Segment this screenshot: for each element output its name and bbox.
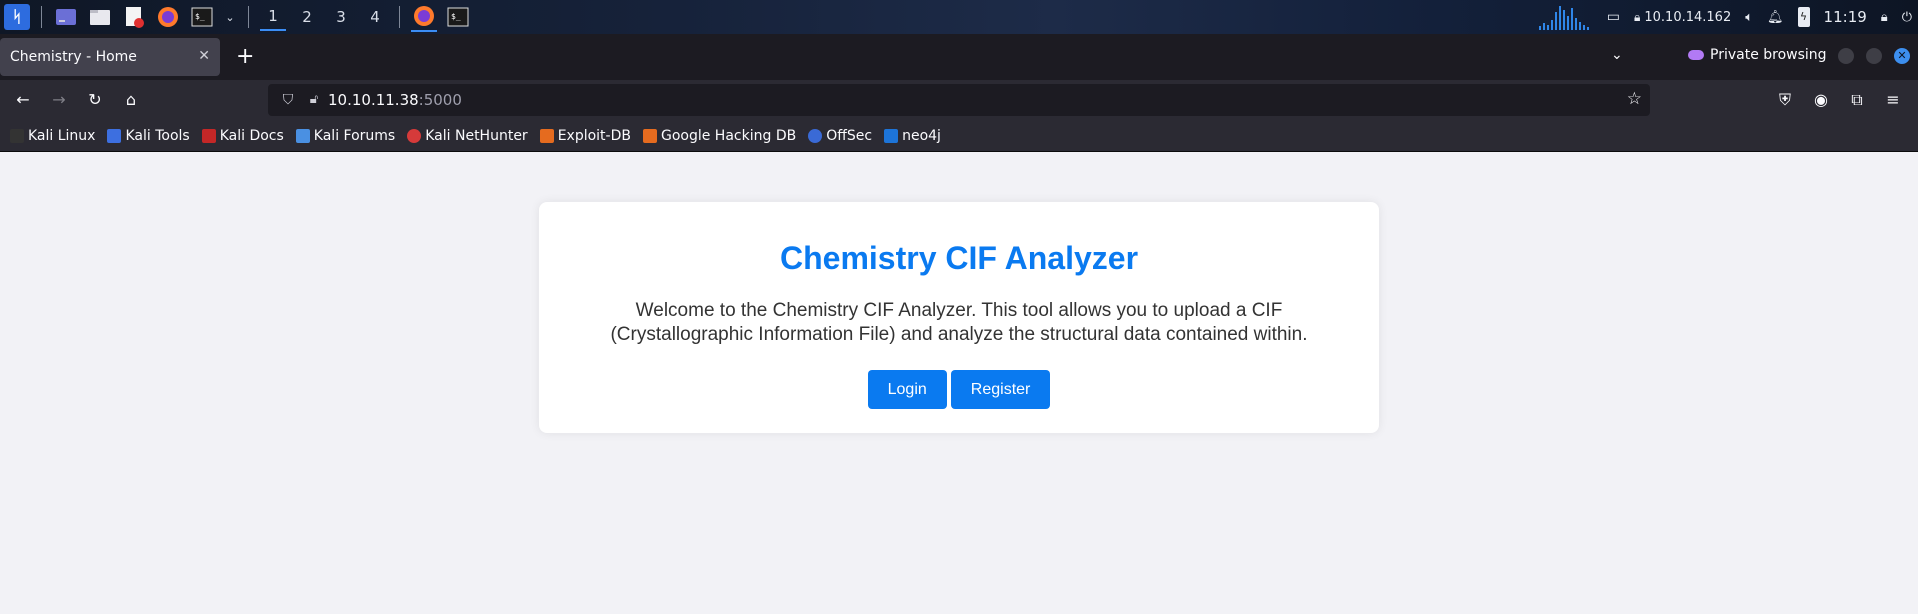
tab-chemistry-home[interactable]: Chemistry - Home ✕ <box>0 38 220 76</box>
intro-line-2: (Crystallographic Information File) and … <box>610 324 1308 345</box>
text-editor-icon[interactable] <box>121 4 147 30</box>
extensions-icon[interactable]: ⧉ <box>1847 90 1867 110</box>
bookmark-star-icon[interactable]: ☆ <box>1627 89 1642 109</box>
clock[interactable]: 11:19 <box>1824 8 1867 26</box>
taskbar-separator <box>399 6 400 28</box>
taskbar-separator <box>248 6 249 28</box>
bookmark-offsec[interactable]: OffSec <box>808 128 872 144</box>
show-desktop-icon[interactable] <box>53 4 79 30</box>
intro-text: Welcome to the Chemistry CIF Analyzer. T… <box>599 299 1319 347</box>
display-icon[interactable]: ▭ <box>1607 9 1620 25</box>
page-title: Chemistry CIF Analyzer <box>779 240 1139 276</box>
vpn-lock-icon: 🔒︎ <box>1633 9 1641 24</box>
bookmark-neo4j[interactable]: neo4j <box>884 128 941 144</box>
list-all-tabs-icon[interactable]: ⌄ <box>1611 47 1623 63</box>
bookmark-kali-nethunter[interactable]: Kali NetHunter <box>407 128 528 144</box>
notification-bell-icon[interactable]: 🔔︎ <box>1767 10 1784 25</box>
private-browsing-indicator: Private browsing <box>1688 47 1827 63</box>
exploit-db-icon <box>539 128 554 143</box>
logout-icon[interactable]: ⏻ <box>1902 10 1912 25</box>
auth-buttons: Login Register <box>539 370 1379 409</box>
svg-text:$_: $_ <box>195 12 205 21</box>
file-manager-icon[interactable] <box>87 4 113 30</box>
workspace-4[interactable]: 4 <box>362 3 388 31</box>
neo4j-icon <box>884 128 899 143</box>
volume-icon[interactable]: 🔈︎ <box>1745 10 1753 25</box>
reload-icon[interactable]: ↻ <box>85 90 105 110</box>
minimize-window-button[interactable] <box>1838 48 1854 64</box>
terminal-window-button[interactable]: $_ <box>445 4 471 30</box>
maximize-window-button[interactable] <box>1866 48 1882 64</box>
url-host: 10.10.11.38 <box>328 91 419 109</box>
pocket-icon[interactable]: ⛨ <box>1775 90 1795 110</box>
register-button[interactable]: Register <box>950 370 1051 409</box>
chevron-down-icon[interactable]: ⌄ <box>223 4 237 30</box>
new-tab-icon[interactable]: + <box>236 43 254 71</box>
close-tab-icon[interactable]: ✕ <box>198 48 210 64</box>
close-window-button[interactable]: ✕ <box>1894 48 1910 64</box>
private-mask-icon <box>1688 50 1704 60</box>
private-browsing-label: Private browsing <box>1710 47 1827 63</box>
insecure-lock-icon[interactable]: 🔓︎ <box>304 90 324 110</box>
workspace-2[interactable]: 2 <box>294 3 320 31</box>
bookmarks-toolbar: Kali Linux Kali Tools Kali Docs Kali For… <box>0 120 1918 152</box>
kali-tools-icon <box>107 128 122 143</box>
kali-forums-icon <box>295 128 310 143</box>
offsec-icon <box>808 128 823 143</box>
kali-docs-icon <box>201 128 216 143</box>
back-arrow-icon[interactable]: ← <box>13 90 33 110</box>
firefox-window-button[interactable] <box>411 2 437 32</box>
bookmark-kali-linux[interactable]: Kali Linux <box>10 128 95 144</box>
bookmark-exploit-db[interactable]: Exploit-DB <box>539 128 631 144</box>
nethunter-icon <box>407 128 422 143</box>
welcome-card: Chemistry CIF Analyzer Welcome to the Ch… <box>539 202 1379 433</box>
tab-strip: Chemistry - Home ✕ + ⌄ Private browsing … <box>0 34 1918 80</box>
address-bar[interactable]: ⛉ 🔓︎ 10.10.11.38:5000 ☆ <box>268 84 1650 116</box>
login-button[interactable]: Login <box>867 370 947 409</box>
home-icon[interactable]: ⌂ <box>121 90 141 110</box>
firefox-icon[interactable] <box>155 4 181 30</box>
workspace-3[interactable]: 3 <box>328 3 354 31</box>
workspace-1[interactable]: 1 <box>260 3 286 31</box>
forward-arrow-icon[interactable]: → <box>49 90 69 110</box>
terminal-icon[interactable]: $_ <box>189 4 215 30</box>
intro-line-1: Welcome to the Chemistry CIF Analyzer. T… <box>635 300 1283 321</box>
lock-screen-icon[interactable]: 🔒︎ <box>1881 10 1888 25</box>
menu-hamburger-icon[interactable]: ≡ <box>1883 90 1903 110</box>
account-icon[interactable]: ◉ <box>1811 90 1831 110</box>
svg-text:$_: $_ <box>451 12 461 21</box>
tracking-protection-shield-icon[interactable]: ⛉ <box>278 90 298 110</box>
kali-menu-icon[interactable]: ᛋ <box>4 4 30 30</box>
bookmark-kali-docs[interactable]: Kali Docs <box>201 128 284 144</box>
ghdb-icon <box>642 128 657 143</box>
ip-address: 10.10.14.162 <box>1644 9 1732 25</box>
taskbar-separator <box>41 6 42 28</box>
navigation-toolbar: ← → ↻ ⌂ ⛉ 🔓︎ 10.10.11.38:5000 ☆ ⛨ ◉ ⧉ ≡ <box>0 80 1918 120</box>
url-text[interactable]: 10.10.11.38:5000 <box>328 91 462 109</box>
tab-title: Chemistry - Home <box>10 49 137 65</box>
taskbar: ᛋ $_ ⌄ 1 2 3 4 $_ ▭ 🔒︎ 10.10.14.162 🔈︎ 🔔… <box>0 0 1918 34</box>
network-activity-graph <box>1537 4 1593 30</box>
battery-icon[interactable]: ϟ <box>1797 7 1810 27</box>
kali-dragon-icon <box>10 128 24 143</box>
bookmark-kali-forums[interactable]: Kali Forums <box>295 128 395 144</box>
url-port: :5000 <box>418 91 462 109</box>
bookmark-google-hacking-db[interactable]: Google Hacking DB <box>642 128 796 144</box>
bookmark-kali-tools[interactable]: Kali Tools <box>107 128 190 144</box>
